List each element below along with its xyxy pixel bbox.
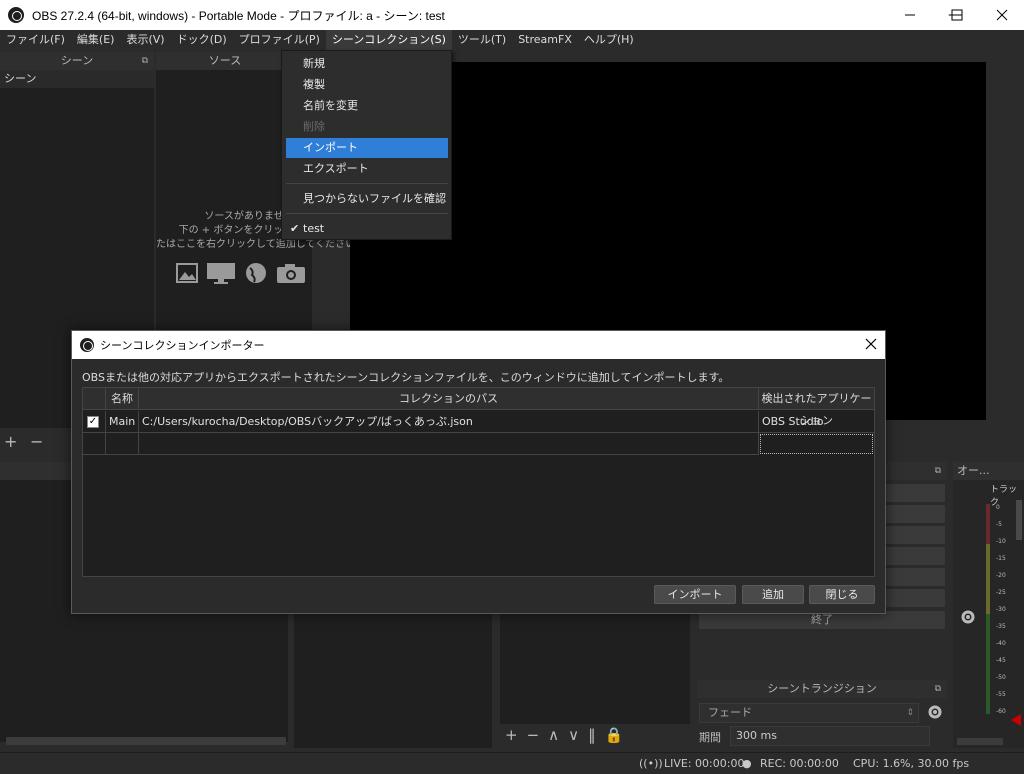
scene-collection-menu: 新規 複製 名前を変更 削除 インポート エクスポート 見つからないファイルを確… <box>281 50 452 240</box>
window-titlebar: OBS 27.2.4 (64-bit, windows) - Portable … <box>0 0 1024 30</box>
table-cell-app[interactable]: OBS Studio <box>759 411 874 433</box>
spinner-icon: ⇕ <box>906 708 914 718</box>
gear-icon <box>928 705 942 719</box>
lower-preview-panel <box>500 614 690 724</box>
rec-indicator-icon: ● <box>742 757 752 770</box>
duration-input[interactable]: 300 ms <box>730 726 930 746</box>
collection-table: 名称 コレクションのパス 検出されたアプリケーション ✓ Main C:/Use… <box>82 387 875 577</box>
volume-slider-handle[interactable] <box>1011 714 1021 726</box>
close-icon <box>996 9 1008 21</box>
sources-empty-line3: たはここを右クリックして追加してください。 <box>156 239 366 250</box>
import-button[interactable]: インポート <box>654 585 736 604</box>
cpu-status: CPU: 1.6%, 30.00 fps <box>853 757 970 770</box>
menu-item-new[interactable]: 新規 <box>286 54 448 74</box>
obs-logo-icon <box>80 338 94 352</box>
source-type-icons <box>176 262 306 284</box>
sources-dock-title: ソース <box>156 52 294 70</box>
table-empty-row-path[interactable] <box>139 433 759 455</box>
scene-collection-importer-dialog: シーンコレクションインポーター OBSまたは他の対応アプリからエクスポートされた… <box>71 330 886 614</box>
remove-scene-button[interactable]: − <box>30 432 43 451</box>
browser-source-icon <box>246 263 266 283</box>
lower-middle-panel <box>294 614 492 748</box>
menu-item-rename[interactable]: 名前を変更 <box>286 96 448 116</box>
close-window-button[interactable] <box>995 8 1009 25</box>
scene-item[interactable]: シーン <box>0 70 154 88</box>
menu-separator <box>286 213 448 214</box>
table-header-check <box>83 388 106 410</box>
camera-source-icon <box>277 264 305 283</box>
close-icon <box>865 338 877 350</box>
transition-select[interactable]: フェード ⇕ <box>699 703 919 723</box>
menu-item-check-missing-files[interactable]: 見つからないファイルを確認 <box>286 189 448 209</box>
live-status: LIVE: 00:00:00 <box>664 757 745 770</box>
pause-button[interactable]: ‖ <box>588 726 596 744</box>
menu-item-collection-test[interactable]: ✔ test <box>286 219 448 239</box>
menu-item-import[interactable]: インポート <box>286 138 448 158</box>
gear-icon <box>961 610 975 624</box>
table-empty-row-check[interactable] <box>83 433 106 455</box>
menu-item-remove: 削除 <box>303 120 325 133</box>
window-title: OBS 27.2.4 (64-bit, windows) - Portable … <box>32 8 445 23</box>
live-signal-icon: ((•)) <box>639 757 663 770</box>
menu-scene-collection[interactable]: シーンコレクション(S) <box>325 30 452 50</box>
add-scene-button[interactable]: + <box>4 432 17 451</box>
scrollbar[interactable] <box>6 737 286 745</box>
table-header-path[interactable]: コレクションのパス <box>139 388 759 410</box>
undock-icon[interactable]: ⧉ <box>935 462 941 480</box>
maximize-icon <box>951 9 963 21</box>
close-button[interactable]: 閉じる <box>809 585 875 604</box>
lock-icon[interactable]: 🔒 <box>605 726 624 744</box>
obs-logo-icon <box>8 7 24 23</box>
table-header-name[interactable]: 名称 <box>106 388 139 410</box>
audio-vertical-scrollbar[interactable] <box>1016 500 1022 540</box>
move-down-button[interactable]: ∨ <box>568 726 579 744</box>
undock-icon[interactable]: ⧉ <box>935 680 941 698</box>
menu-item-duplicate[interactable]: 複製 <box>286 75 448 95</box>
display-source-icon <box>207 263 235 284</box>
minimize-icon-wrap[interactable] <box>903 8 917 25</box>
audio-settings-button[interactable] <box>959 608 977 629</box>
menubar: ファイル(F) 編集(E) 表示(V) ドック(D) プロファイル(P) シーン… <box>0 30 1024 50</box>
dialog-titlebar: シーンコレクションインポーター <box>72 331 885 359</box>
transition-settings-button[interactable] <box>926 703 944 724</box>
transitions-dock-title: シーントランジション ⧉ <box>697 680 947 698</box>
statusbar: ((•)) LIVE: 00:00:00 ● REC: 00:00:00 CPU… <box>0 752 1024 774</box>
dialog-title: シーンコレクションインポーター <box>100 339 265 352</box>
menu-edit[interactable]: 編集(E) <box>71 30 121 50</box>
table-empty-row-name[interactable] <box>106 433 139 455</box>
scenes-dock-title: シーン ⧉ <box>0 52 154 70</box>
menu-streamfx[interactable]: StreamFX <box>512 30 578 50</box>
rec-status: REC: 00:00:00 <box>760 757 839 770</box>
table-row-check-cell[interactable]: ✓ <box>83 411 106 433</box>
menu-file[interactable]: ファイル(F) <box>0 30 71 50</box>
menu-separator <box>286 183 448 184</box>
audio-scrollbar[interactable] <box>957 738 1003 745</box>
minimize-icon <box>905 14 915 16</box>
menu-tools[interactable]: ツール(T) <box>452 30 512 50</box>
duration-label: 期間 <box>699 731 721 744</box>
add-button[interactable]: 追加 <box>742 585 804 604</box>
menu-item-export[interactable]: エクスポート <box>286 159 448 179</box>
menu-docks[interactable]: ドック(D) <box>171 30 233 50</box>
move-up-button[interactable]: ∧ <box>548 726 559 744</box>
maximize-button[interactable] <box>950 8 964 25</box>
image-source-icon <box>176 263 198 283</box>
table-empty-row-app[interactable] <box>760 434 873 454</box>
audio-dock-title: オー... <box>953 462 1024 480</box>
menu-help[interactable]: ヘルプ(H) <box>578 30 640 50</box>
menu-profile[interactable]: プロファイル(P) <box>233 30 326 50</box>
dialog-close-button[interactable] <box>865 335 877 354</box>
menu-view[interactable]: 表示(V) <box>120 30 170 50</box>
undock-icon[interactable]: ⧉ <box>142 52 148 70</box>
table-cell-path[interactable]: C:/Users/kurocha/Desktop/OBSバックアップ/ばっくあっ… <box>139 411 759 433</box>
add-source-button[interactable]: + <box>505 726 518 744</box>
table-cell-name[interactable]: Main <box>106 411 139 433</box>
sources-toolbar: + − ∧ ∨ ‖ 🔒 <box>505 726 623 744</box>
table-header-app[interactable]: 検出されたアプリケーション <box>759 388 874 427</box>
checkmark-icon: ✔ <box>290 222 300 235</box>
meter-bar <box>986 504 990 714</box>
dialog-description: OBSまたは他の対応アプリからエクスポートされたシーンコレクションファイルを、こ… <box>82 371 730 384</box>
remove-source-button[interactable]: − <box>527 726 540 744</box>
row-checkbox[interactable]: ✓ <box>87 416 99 428</box>
